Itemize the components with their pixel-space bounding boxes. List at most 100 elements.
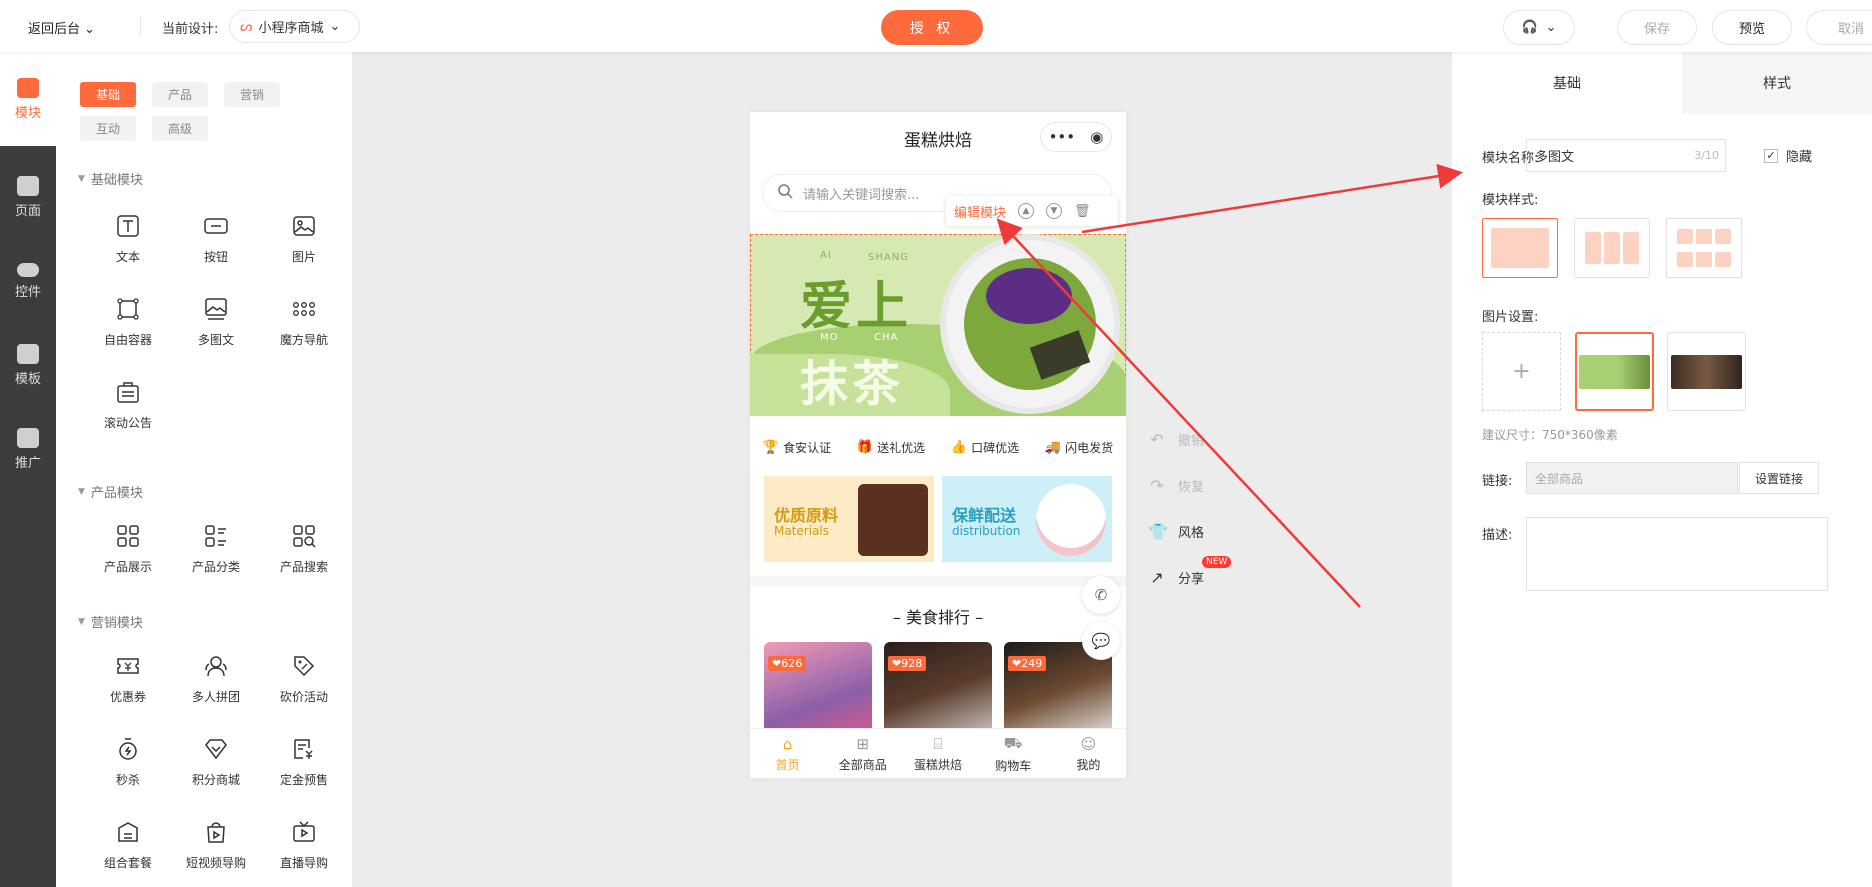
layout-cell-icon — [1715, 251, 1731, 267]
module-product-search[interactable]: 产品搜索 — [260, 522, 348, 575]
module-deposit-presale[interactable]: 定金预售 — [260, 735, 348, 788]
module-multi-image-text[interactable]: 多图文 — [172, 295, 260, 348]
module-short-video[interactable]: 短视频导购 — [172, 818, 260, 871]
tab-product[interactable]: 产品 — [152, 82, 208, 107]
move-down-icon[interactable]: ▼ — [1046, 203, 1063, 219]
rail-label: 模块 — [14, 105, 41, 121]
tab-marketing[interactable]: 营销 — [224, 82, 280, 107]
style-option-single[interactable] — [1482, 218, 1558, 278]
tab-cake-bakery[interactable]: ⌸ 蛋糕烘焙 — [900, 729, 975, 778]
properties-tabs: 基础 样式 — [1452, 52, 1872, 114]
group-title-marketing[interactable]: ▼ 营销模块 — [78, 612, 143, 631]
module-product-category[interactable]: 产品分类 — [172, 522, 260, 575]
customer-support-button[interactable]: 🎧 ⌄ — [1503, 10, 1575, 45]
promo-card-materials[interactable]: 优质原料 Materials — [764, 476, 934, 562]
set-link-button[interactable]: 设置链接 — [1739, 462, 1819, 494]
dots-grid-icon — [290, 295, 318, 323]
redo-button[interactable]: ↷ 恢复 — [1148, 476, 1258, 495]
promo-card-distribution[interactable]: 保鲜配送 distribution — [942, 476, 1112, 562]
image-icon — [290, 212, 318, 240]
back-to-admin-button[interactable]: 返回后台 ⌄ — [28, 18, 95, 37]
module-points-mall[interactable]: 积分商城 — [172, 735, 260, 788]
rail-item-control[interactable]: 控件 — [0, 246, 56, 316]
module-bargain[interactable]: 砍价活动 — [260, 652, 348, 705]
wechat-button[interactable]: 💬 — [1082, 622, 1120, 660]
share-button[interactable]: ↗ 分享 NEW — [1148, 556, 1258, 587]
ranking-item[interactable]: ❤626 — [764, 642, 872, 742]
module-label: 多人拼团 — [191, 690, 240, 704]
module-name-value: 多图文 — [1535, 150, 1575, 165]
module-group-buy[interactable]: 多人拼团 — [172, 652, 260, 705]
module-coupon[interactable]: 优惠券 — [84, 652, 172, 705]
tab-interaction[interactable]: 互动 — [80, 116, 136, 141]
notice-icon — [114, 378, 142, 406]
rail-item-template[interactable]: 模板 — [0, 330, 56, 400]
authorize-button[interactable]: 授 权 — [881, 10, 983, 45]
edit-module-button[interactable]: 编辑模块 — [954, 202, 1006, 221]
preview-button[interactable]: 预览 — [1712, 10, 1792, 45]
promo-title: 优质原料 — [774, 506, 839, 525]
left-rail: 模块 页面 控件 模板 推广 — [0, 52, 56, 887]
module-free-container[interactable]: 自由容器 — [84, 295, 172, 348]
rail-item-module[interactable]: 模块 — [0, 64, 56, 134]
module-product-display[interactable]: 产品展示 — [84, 522, 172, 575]
undo-button[interactable]: ↶ 撤销 — [1148, 430, 1258, 449]
module-live-stream[interactable]: 直播导购 — [260, 818, 348, 871]
ranking-item[interactable]: ❤928 — [884, 642, 992, 742]
style-button[interactable]: 👕 风格 — [1148, 522, 1258, 541]
style-option-grid[interactable] — [1666, 218, 1742, 278]
link-input[interactable]: 全部商品 — [1526, 462, 1738, 494]
layout-cell-icon — [1696, 251, 1712, 267]
image-thumbnail-2[interactable] — [1667, 332, 1746, 411]
tab-basic-settings[interactable]: 基础 — [1452, 52, 1682, 114]
description-textarea[interactable] — [1526, 517, 1828, 591]
group-icon — [202, 652, 230, 680]
module-combo[interactable]: 组合套餐 — [84, 818, 172, 871]
group-title-basic[interactable]: ▼ 基础模块 — [78, 169, 143, 188]
module-label: 滚动公告 — [103, 416, 152, 430]
rail-label: 控件 — [14, 284, 41, 300]
banner-image[interactable]: 爱上 抹茶 AI SHANG MO CHA — [750, 234, 1126, 416]
back-label: 返回后台 — [28, 22, 81, 37]
add-image-button[interactable]: + — [1482, 332, 1561, 411]
phone-call-button[interactable]: ✆ — [1082, 576, 1120, 614]
design-selector[interactable]: ᔕ 小程序商城 ⌄ — [229, 10, 360, 43]
tab-style-settings[interactable]: 样式 — [1682, 52, 1872, 114]
module-label: 产品展示 — [103, 560, 152, 574]
module-button[interactable]: 按钮 — [172, 212, 260, 265]
module-label: 图片 — [291, 250, 316, 264]
trash-icon[interactable]: 🗑 — [1074, 204, 1091, 219]
module-tabs: 基础 产品 营销 互动 高级 — [80, 82, 340, 141]
save-button[interactable]: 保存 — [1617, 10, 1697, 45]
tab-all-products[interactable]: ⊞ 全部商品 — [825, 729, 900, 778]
layout-cell-icon — [1715, 229, 1731, 245]
tab-home[interactable]: ⌂ 首页 — [750, 729, 825, 778]
tab-cart[interactable]: ⛟ 购物车 — [976, 729, 1051, 778]
tab-mine[interactable]: ☺ 我的 — [1051, 729, 1126, 778]
tab-basic[interactable]: 基础 — [80, 82, 136, 107]
tab-label: 购物车 — [995, 758, 1032, 773]
stopwatch-icon — [114, 735, 142, 763]
module-text[interactable]: 文本 — [84, 212, 172, 265]
basic-module-grid: 文本 按钮 图片 自由容器 多图文 魔方导航 滚动公告 — [84, 212, 344, 431]
cancel-button[interactable]: 取消 — [1806, 10, 1872, 45]
move-up-icon[interactable]: ▲ — [1018, 203, 1035, 219]
hide-checkbox[interactable]: ✓ 隐藏 — [1764, 146, 1812, 165]
caret-down-icon: ▼ — [78, 486, 85, 497]
like-badge: ❤249 — [1008, 656, 1047, 671]
module-scroll-notice[interactable]: 滚动公告 — [84, 378, 172, 431]
banner-pinyin: AI — [820, 250, 832, 261]
group-title-product[interactable]: ▼ 产品模块 — [78, 482, 143, 501]
tab-advanced[interactable]: 高级 — [152, 116, 208, 141]
style-option-triple[interactable] — [1574, 218, 1650, 278]
module-image[interactable]: 图片 — [260, 212, 348, 265]
module-cube-nav[interactable]: 魔方导航 — [260, 295, 348, 348]
rail-item-promotion[interactable]: 推广 — [0, 414, 56, 484]
tab-label: 首页 — [775, 757, 800, 772]
module-name-input[interactable]: 多图文 3/10 — [1526, 139, 1726, 172]
module-flash-sale[interactable]: 秒杀 — [84, 735, 172, 788]
char-counter: 3/10 — [1694, 149, 1719, 162]
rail-item-page[interactable]: 页面 — [0, 162, 56, 232]
image-thumbnail-1[interactable] — [1575, 332, 1654, 411]
module-label: 产品搜索 — [279, 560, 328, 574]
